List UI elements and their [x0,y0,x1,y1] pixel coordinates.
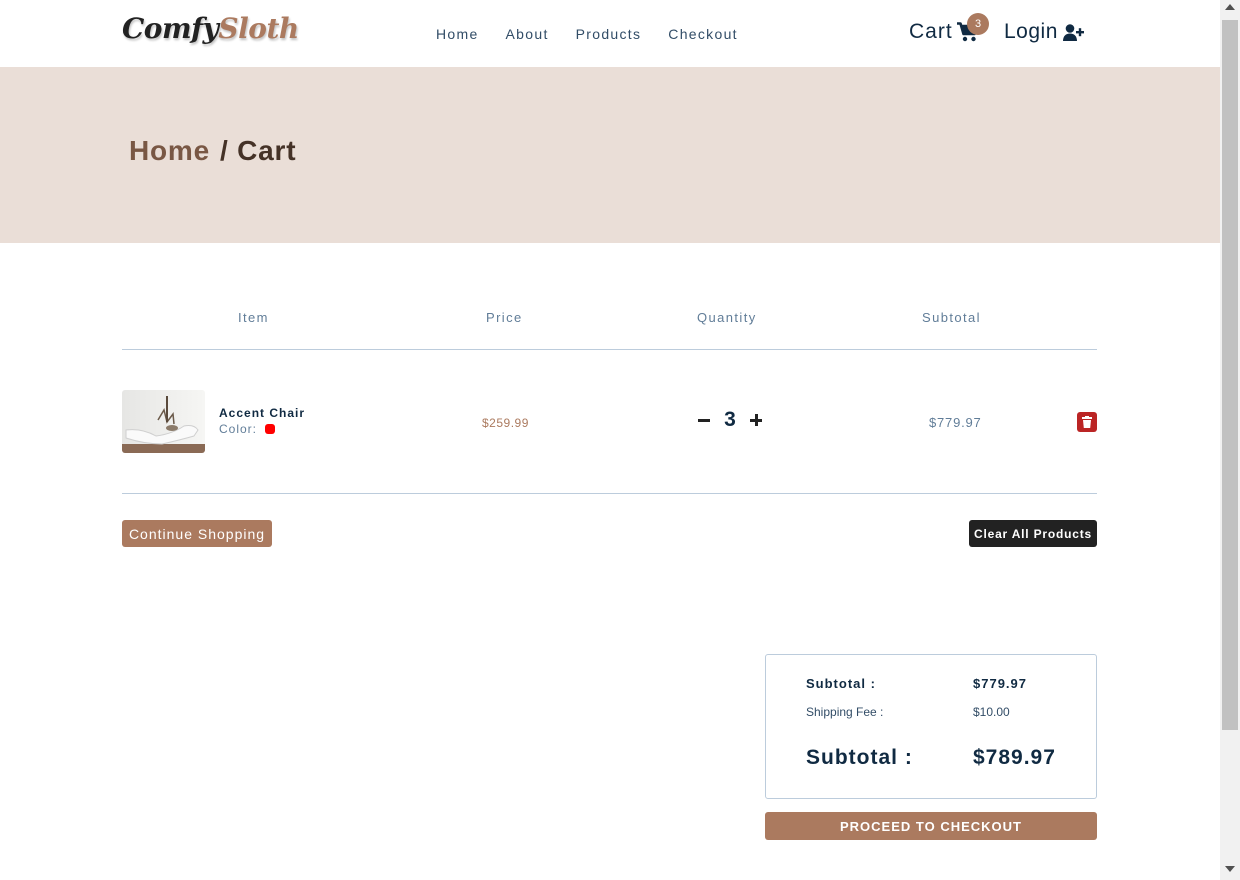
nav-link-home[interactable]: Home [436,26,479,42]
subtotal-row: Subtotal : $779.97 [806,676,1027,691]
header-divider [122,349,1097,350]
navbar: ComfySloth Home About Products Checkout … [0,0,1220,67]
cart-count-badge: 3 [967,13,989,35]
column-header-quantity: Quantity [697,310,757,325]
order-total-value: $789.97 [973,746,1056,769]
scrollbar-thumb[interactable] [1222,20,1238,730]
quantity-stepper: 3 [697,408,763,432]
scroll-up-arrow-icon[interactable] [1225,4,1235,10]
login-label: Login [1004,20,1058,43]
shipping-value: $10.00 [973,705,1010,719]
logo[interactable]: ComfySloth [122,12,299,45]
order-totals-card: Subtotal : $779.97 Shipping Fee : $10.00… [765,654,1097,799]
order-total-row: Subtotal : $789.97 [806,746,1056,770]
product-price: $259.99 [482,416,529,430]
increase-quantity-button[interactable] [749,410,763,430]
shipping-row: Shipping Fee : $10.00 [806,705,1010,719]
decrease-quantity-button[interactable] [697,410,711,430]
column-header-item: Item [238,310,269,325]
clear-cart-button[interactable]: Clear All Products [969,520,1097,547]
nav-link-about[interactable]: About [506,26,549,42]
nav-links: Home About Products Checkout [436,26,738,42]
color-swatch [265,424,276,434]
remove-item-button[interactable] [1077,412,1097,432]
logo-part-comfy: Comfy [122,12,219,45]
column-header-subtotal: Subtotal [922,310,981,325]
subtotal-label: Subtotal : [806,676,876,691]
subtotal-value: $779.97 [973,676,1027,691]
proceed-to-checkout-button[interactable]: PROCEED TO CHECKOUT [765,812,1097,840]
cart-label: Cart [909,20,953,43]
product-color: Color: [219,422,276,436]
trash-icon [1082,416,1092,428]
product-name: Accent Chair [219,406,306,420]
breadcrumb-home-link[interactable]: Home [129,135,210,166]
breadcrumb: Home / Cart [129,135,296,167]
order-total-label: Subtotal : [806,746,913,769]
login-button[interactable]: Login [1004,20,1084,44]
user-plus-icon [1062,23,1084,41]
column-header-price: Price [486,310,523,325]
vertical-scrollbar[interactable] [1220,0,1240,880]
quantity-value: 3 [724,408,736,431]
breadcrumb-current: / Cart [220,135,297,166]
scroll-down-arrow-icon[interactable] [1225,866,1235,872]
nav-link-checkout[interactable]: Checkout [668,26,738,42]
shipping-label: Shipping Fee : [806,705,884,719]
color-label: Color: [219,422,258,436]
continue-shopping-button[interactable]: Continue Shopping [122,520,272,547]
item-subtotal: $779.97 [929,415,982,430]
logo-part-sloth: Sloth [218,12,299,45]
nav-link-products[interactable]: Products [576,26,642,42]
items-divider [122,493,1097,494]
page-hero: Home / Cart [0,67,1220,243]
product-image [122,390,205,453]
